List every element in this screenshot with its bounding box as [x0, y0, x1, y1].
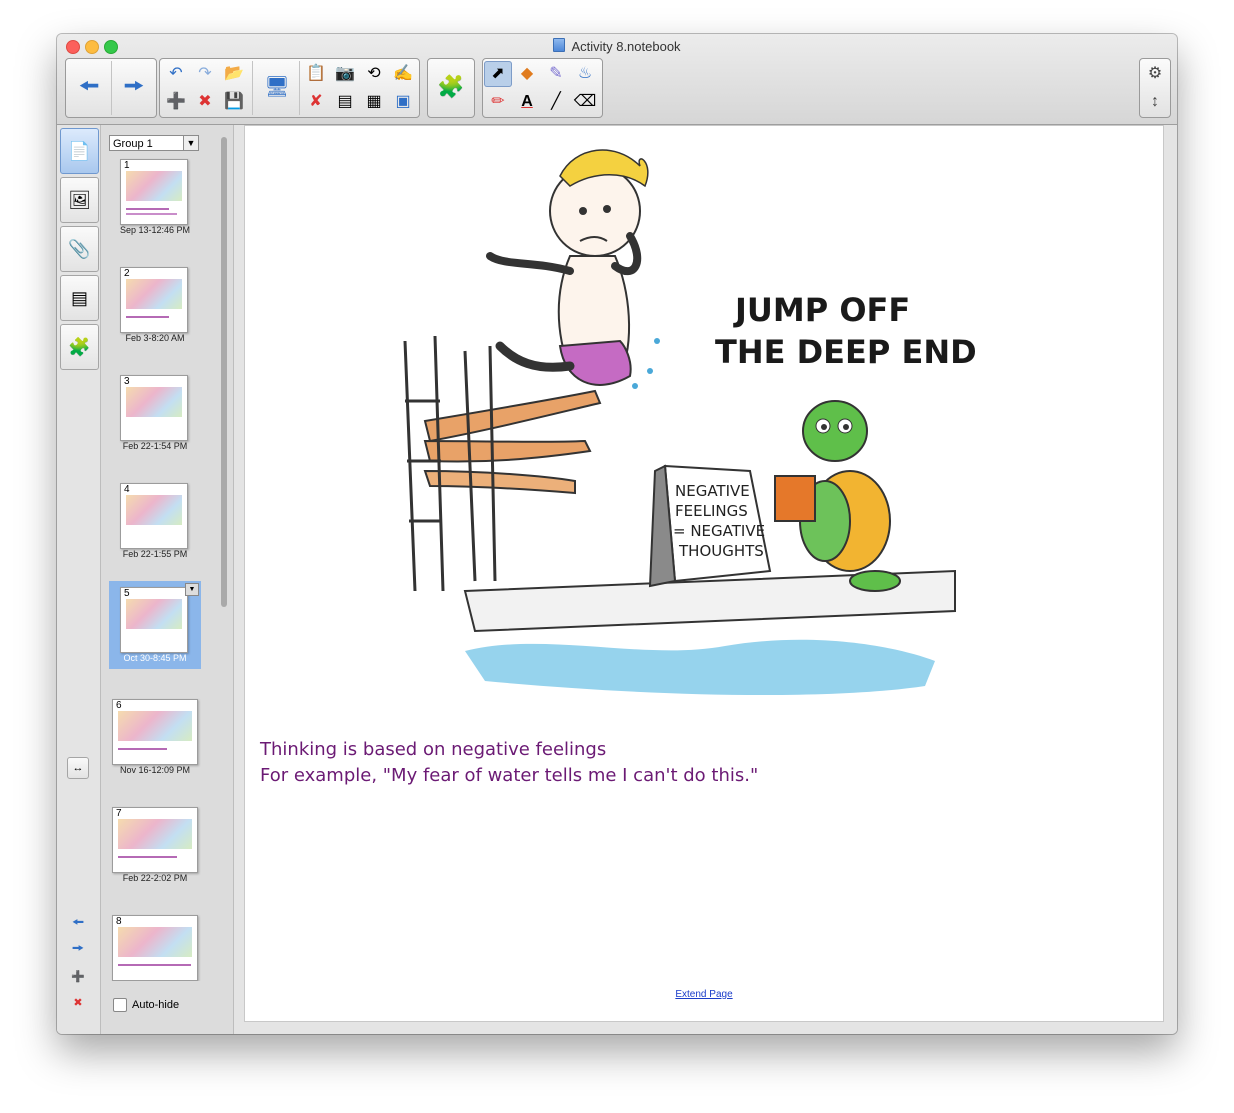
save-icon[interactable]: 💾: [220, 89, 248, 115]
addons-toolbar-group: 🧩: [427, 58, 475, 118]
screen-shade-icon[interactable]: ▤: [331, 89, 359, 115]
nav-toolbar-group: 🠘 🠚: [65, 58, 157, 118]
page-thumbnail-5[interactable]: 5 ▼ Oct 30-8:45 PM: [109, 581, 201, 669]
delete-page-icon[interactable]: ✖: [191, 89, 219, 115]
page-date: Feb 3-8:20 AM: [125, 333, 185, 343]
chevron-down-icon[interactable]: ▼: [185, 583, 199, 596]
page-date: Oct 30-8:45 PM: [123, 653, 187, 663]
line-icon[interactable]: ╱: [542, 89, 570, 115]
page-date: Feb 22-1:55 PM: [122, 549, 188, 559]
forward-arrow-icon[interactable]: 🠚: [112, 59, 156, 115]
thumbnail-image: [126, 279, 182, 309]
back-arrow-icon[interactable]: 🠘: [67, 59, 111, 115]
shapes-icon[interactable]: ◆: [513, 61, 541, 87]
app-window: Activity 8.notebook 🠘 🠚 ↶ ↷ 📂 ➕ ✖ 💾 🖥 📋 …: [57, 34, 1177, 1034]
page-thumbnail-6[interactable]: 6 Nov 16-12:09 PM: [109, 695, 201, 785]
page-thumbnail-8[interactable]: 8: [109, 911, 201, 981]
sign-text-2: FEELINGS: [675, 502, 748, 520]
thumbnail-image: [126, 495, 182, 525]
chevron-down-icon: ▼: [183, 136, 198, 150]
magic-pen-icon[interactable]: ✎: [542, 61, 570, 87]
gallery-icon[interactable]: 🖼: [60, 177, 99, 223]
delete-icon[interactable]: ✘: [302, 89, 330, 115]
properties-icon[interactable]: ▤: [60, 275, 99, 321]
side-tabs: 📄 🖼 📎 ▤ 🧩 ↔ 🠘 🠚 ➕ ✖: [57, 125, 100, 1034]
page-thumbnail-4[interactable]: 4 Feb 22-1:55 PM: [109, 479, 201, 569]
sign-text-3: = NEGATIVE: [673, 522, 765, 540]
sorter-scrollbar[interactable]: [221, 137, 227, 607]
page-date: Sep 13-12:46 PM: [119, 225, 191, 235]
thumbnail-image: [118, 819, 192, 849]
thumbnail-image: [118, 927, 192, 957]
group-select[interactable]: Group 1 ▼: [109, 135, 199, 151]
auto-hide-checkbox[interactable]: Auto-hide: [113, 998, 179, 1012]
notebook-file-icon: [553, 38, 566, 52]
settings-toolbar-group: ⚙ ↕: [1139, 58, 1171, 118]
attachments-icon[interactable]: 📎: [60, 226, 99, 272]
page-thumbnail-3[interactable]: 3 Feb 22-1:54 PM: [109, 371, 201, 461]
open-folder-icon[interactable]: 📂: [220, 61, 248, 87]
thumbnail-image: [118, 711, 192, 741]
thumbnail-image: [126, 387, 182, 417]
pointer-icon[interactable]: ⬈: [484, 61, 512, 87]
checkbox-box[interactable]: [113, 998, 127, 1012]
redo-icon[interactable]: ↷: [191, 61, 219, 87]
cartoon-illustration: NEGATIVE FEELINGS = NEGATIVE THOUGHTS JU…: [403, 149, 975, 696]
page-thumbnail-7[interactable]: 7 Feb 22-2:02 PM: [109, 803, 201, 893]
eraser-icon[interactable]: ⌫: [571, 89, 599, 115]
page-thumbnails: 1 Sep 13-12:46 PM 2 Feb 3-8:20 AM 3 Feb …: [101, 155, 219, 981]
page-date: Feb 22-1:54 PM: [122, 441, 188, 451]
text-tool-icon[interactable]: A: [513, 89, 541, 115]
title-toolbar: Activity 8.notebook 🠘 🠚 ↶ ↷ 📂 ➕ ✖ 💾 🖥 📋 …: [57, 34, 1177, 125]
add-page-icon[interactable]: ➕: [68, 967, 88, 985]
pens-icon[interactable]: ✏: [484, 89, 512, 115]
page-sorter-icon[interactable]: 📄: [60, 128, 99, 174]
caption-line-1: Thinking is based on negative feelings: [260, 739, 607, 760]
delete-page-icon[interactable]: ✖: [68, 993, 88, 1011]
cartoon-title-line2: THE DEEP END: [715, 333, 975, 371]
extend-page-link[interactable]: Extend Page: [245, 989, 1163, 1000]
full-screen-icon[interactable]: ▣: [389, 89, 417, 115]
screen-display-icon[interactable]: 🖥: [255, 59, 299, 115]
cartoon-title-line1: JUMP OFF: [733, 291, 910, 329]
gear-icon[interactable]: ⚙: [1141, 61, 1169, 87]
page-thumbnail-2[interactable]: 2 Feb 3-8:20 AM: [109, 263, 201, 353]
page-date: Nov 16-12:09 PM: [119, 765, 191, 775]
main-area: 📄 🖼 📎 ▤ 🧩 ↔ 🠘 🠚 ➕ ✖ Group 1 ▼ 1 Sep 13-1…: [57, 125, 1177, 1034]
page-caption: Thinking is based on negative feelings F…: [260, 737, 758, 789]
addons-icon[interactable]: 🧩: [60, 324, 99, 370]
thumbnail-image: [126, 599, 182, 629]
main-toolbar-group: ↶ ↷ 📂 ➕ ✖ 💾 🖥 📋 📷 ⟲ ✍ ✘ ▤ ▦ ▣: [159, 58, 420, 118]
add-page-icon[interactable]: ➕: [162, 89, 190, 115]
next-page-icon[interactable]: 🠚: [68, 940, 88, 959]
fill-icon[interactable]: ♨: [571, 61, 599, 87]
page-sorter: Group 1 ▼ 1 Sep 13-12:46 PM 2 Feb 3-8:20…: [100, 125, 234, 1034]
rotate-icon[interactable]: ⟲: [360, 61, 388, 87]
sign-text-4: THOUGHTS: [678, 542, 764, 560]
notebook-page[interactable]: NEGATIVE FEELINGS = NEGATIVE THOUGHTS JU…: [244, 125, 1164, 1022]
table-icon[interactable]: ▦: [360, 89, 388, 115]
camera-icon[interactable]: 📷: [331, 61, 359, 87]
handwriting-icon[interactable]: ✍: [389, 61, 417, 87]
page-thumbnail-1[interactable]: 1 Sep 13-12:46 PM: [109, 155, 201, 245]
previous-page-icon[interactable]: 🠘: [68, 914, 88, 933]
thumbnail-image: [126, 171, 182, 201]
undo-icon[interactable]: ↶: [162, 61, 190, 87]
puzzle-piece-icon[interactable]: 🧩: [429, 59, 473, 115]
page-date: Feb 22-2:02 PM: [122, 873, 188, 883]
sign-text-1: NEGATIVE: [675, 482, 750, 500]
caption-line-2: For example, "My fear of water tells me …: [260, 765, 759, 786]
up-down-arrow-icon[interactable]: ↕: [1141, 89, 1169, 115]
resize-sidebar-icon[interactable]: ↔: [67, 757, 89, 779]
window-title: Activity 8.notebook: [57, 38, 1177, 54]
paste-icon[interactable]: 📋: [302, 61, 330, 87]
drawing-toolbar-group: ⬈ ◆ ✎ ♨ ✏ A ╱ ⌫: [482, 58, 603, 118]
